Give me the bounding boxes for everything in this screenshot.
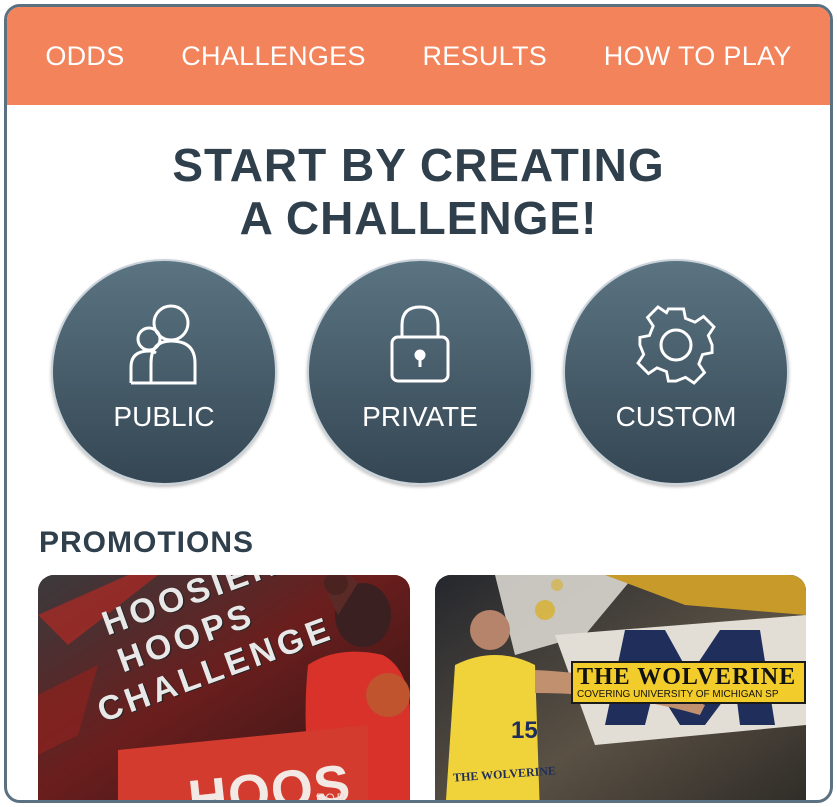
users-icon [129,303,199,390]
promotions-heading: PROMOTIONS [39,526,255,559]
challenge-type-group: PUBLIC PRIVATE CUSTOM [7,259,830,489]
nav-challenges[interactable]: CHALLENGES [181,41,366,72]
nav-how-to-play[interactable]: HOW TO PLAY [604,41,792,72]
page-title-line-1: START BY CREATING [172,139,665,191]
jersey-number: 15 [511,717,538,744]
top-nav: ODDS CHALLENGES RESULTS HOW TO PLAY [7,7,830,105]
wolverine-subtext: COVERING UNIVERSITY OF MICHIGAN SP [577,689,779,700]
private-challenge-button[interactable]: PRIVATE [307,259,533,485]
wolverine-brand-text: THE WOLVERINE [577,665,797,689]
custom-challenge-button[interactable]: CUSTOM [563,259,789,485]
nav-results[interactable]: RESULTS [422,41,547,72]
hoos-banner-subtext: FOR [316,791,348,803]
promo-card-hoosier-hoops[interactable]: HOOSIER HOOPS CHALLENGE HOOS FOR [38,575,410,803]
public-label: PUBLIC [113,401,215,432]
page-title-line-2: A CHALLENGE! [239,192,598,244]
promo-card-the-wolverine[interactable]: THE WOLVERINE COVERING UNIVERSITY OF MIC… [435,575,806,800]
nav-odds[interactable]: ODDS [45,41,124,72]
custom-label: CUSTOM [615,401,737,432]
page-title: START BY CREATING A CHALLENGE! [7,139,830,245]
wolverine-brand-banner: THE WOLVERINE COVERING UNIVERSITY OF MIC… [571,661,806,704]
private-label: PRIVATE [362,401,478,432]
app-frame: ODDS CHALLENGES RESULTS HOW TO PLAY STAR… [4,4,833,803]
gear-icon [634,303,718,392]
lock-icon [388,303,452,390]
public-challenge-button[interactable]: PUBLIC [51,259,277,485]
